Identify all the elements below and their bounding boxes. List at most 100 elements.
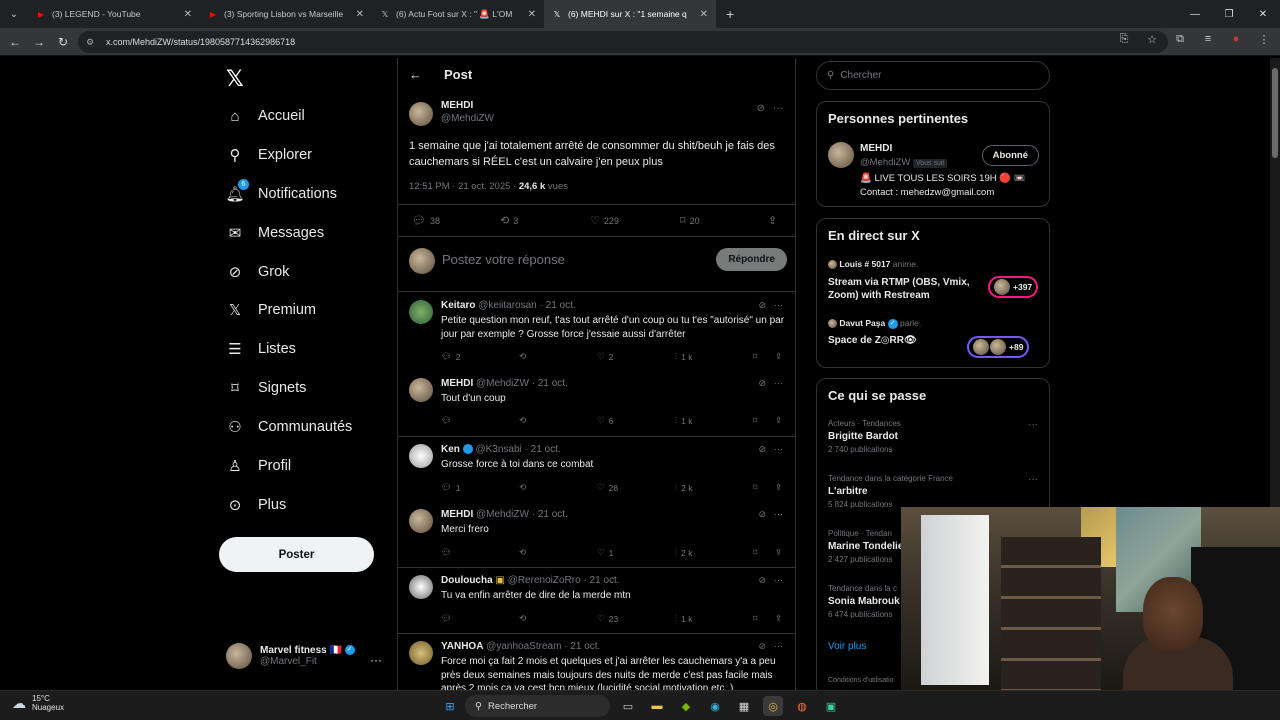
nav-notifications[interactable]: 🔔︎ 6 Notifications [225,179,337,209]
avatar[interactable] [409,641,433,665]
avatar[interactable] [828,142,854,168]
avatar[interactable] [409,102,433,126]
repost-action[interactable]: ⟲ [519,351,526,362]
live-listeners-pill[interactable]: +397 [988,276,1039,298]
grok-icon[interactable]: ⊘ [758,444,766,455]
like-action[interactable]: ♡ 6 [597,415,613,426]
bookmark-icon[interactable]: ⌑ [753,482,757,493]
more-icon[interactable]: ··· [1028,474,1038,485]
x-logo-icon[interactable]: 𝕏 [226,66,244,92]
more-icon[interactable]: ··· [774,509,783,520]
reload-icon[interactable]: ↻ [51,35,75,49]
repost-icon[interactable]: ⟲ [519,415,526,426]
like-action[interactable]: ♡ 28 [597,482,618,493]
firefox-icon[interactable]: ◍ [792,696,812,716]
repost-icon[interactable]: ⟲ [519,547,526,558]
weather-widget[interactable]: ☁ 15°C Nuageux [12,694,64,712]
views-action[interactable]: ⫶ 1 k [675,415,692,426]
live-item[interactable]: Louis # 5017 anime. [828,259,918,270]
grok-icon[interactable]: ⊘ [757,103,765,114]
grok-icon[interactable]: ⊘ [758,641,766,652]
like-action[interactable]: ♡ 1 [597,547,613,558]
scrollbar-thumb[interactable] [1272,68,1278,158]
nav-home[interactable]: ⌂ Accueil [226,101,304,131]
bookmark-icon[interactable]: ⌑ [753,613,757,624]
star-icon[interactable]: ☆ [1144,33,1160,46]
close-window-icon[interactable]: ✕ [1246,0,1280,28]
views-action[interactable]: ⫶ 1 k [675,351,692,362]
nav-profile[interactable]: ♙ Profil [226,451,291,481]
nav-lists[interactable]: ☰ Listes [226,334,296,364]
maximize-icon[interactable]: ❐ [1212,0,1246,28]
grok-icon[interactable]: ⊘ [758,509,766,520]
like-action[interactable]: ♡ 229 [590,214,619,227]
browser-tab-active[interactable]: 𝕏 (6) MEHDI sur X : "1 semaine q ✕ [544,0,716,28]
share-icon[interactable]: ⇪ [775,351,782,362]
comment-item[interactable]: MEHDI @MehdiZW · 21 oct. ⊘ ··· Tout d'un … [409,378,787,433]
like-action[interactable]: ♡ 23 [597,613,618,624]
site-info-icon[interactable]: ⚙ [86,37,98,48]
taskbar-search[interactable]: ⚲ Rechercher [465,695,610,717]
repost-icon[interactable]: ⟲ [519,613,526,624]
install-icon[interactable]: ⎘ [1116,33,1132,46]
share-icon[interactable]: ⇪ [775,415,782,426]
comment-item[interactable]: MEHDI @MehdiZW · 21 oct. ⊘ ··· Merci frer… [409,509,787,564]
views-action[interactable]: ⫶ 2 k [675,482,692,493]
reply-button[interactable]: Répondre [716,248,787,271]
back-icon[interactable]: ← [3,35,27,49]
browser-tab[interactable]: 𝕏 (6) Actu Foot sur X : " 🚨 L'OM ✕ [372,0,544,28]
close-tab-icon[interactable]: ✕ [356,9,364,20]
grok-icon[interactable]: ⊘ [758,575,766,586]
close-tab-icon[interactable]: ✕ [700,9,708,20]
trend-item[interactable]: Tendance dans la catégorie France L'arbit… [828,474,1038,509]
reply-action[interactable]: 💬︎ 2 [441,351,461,362]
store-icon[interactable]: ▦ [734,696,754,716]
more-icon[interactable]: ··· [773,103,783,114]
back-arrow-icon[interactable]: ← [409,67,422,82]
more-icon[interactable]: ··· [774,575,783,586]
minimize-icon[interactable]: — [1178,0,1212,28]
bookmark-icon[interactable]: ⌑ [753,415,757,426]
task-view-icon[interactable]: ▭ [618,696,638,716]
repost-icon[interactable]: ⟲ [519,482,526,493]
url-field[interactable]: ⚙ x.com/MehdiZW/status/19805877143629867… [78,31,1168,53]
browser-tab[interactable]: ▶ (3) Sporting Lisbon vs Marseille ✕ [200,0,372,28]
views-action[interactable]: ⫶ 1 k [675,613,692,624]
avatar[interactable] [409,509,433,533]
start-icon[interactable]: ⊞ [440,696,460,716]
media-icon[interactable]: ≡ [1200,33,1216,46]
nav-more[interactable]: ⊙ Plus [226,490,287,520]
nav-grok[interactable]: ⊘ Grok [226,257,290,287]
bookmark-icon[interactable]: ⌑ [753,547,757,558]
author-handle[interactable]: @MehdiZW [441,113,494,124]
reply-action[interactable]: 💬︎ 1 [441,482,461,493]
close-tab-icon[interactable]: ✕ [528,9,536,20]
nvidia-icon[interactable]: ◆ [676,696,696,716]
forward-icon[interactable]: → [27,35,51,49]
avatar[interactable] [409,378,433,402]
comment-item[interactable]: Ken ✓ @K3nsabi · 21 oct. ⊘ ··· Grosse for… [409,444,787,499]
browser-tab[interactable]: ▶ (3) LEGEND - YouTube ✕ [28,0,200,28]
bookmark-action[interactable]: ⌑ 20 [680,214,700,227]
avatar[interactable] [409,575,433,599]
reply-input[interactable]: Postez votre réponse [442,252,565,267]
reply-icon[interactable]: 💬︎ [441,547,452,558]
comment-item[interactable]: Keitaro @keiitarosan · 21 oct. ⊘ ··· Peti… [409,300,787,370]
search-input[interactable]: ⚲ Chercher [816,61,1050,90]
reply-icon[interactable]: 💬︎ [441,613,452,624]
comment-item[interactable]: YANHOA @yanhoaStream · 21 oct. ⊘ ··· Forc… [409,641,787,690]
more-icon[interactable]: ··· [774,300,783,311]
more-icon[interactable]: ··· [1028,419,1038,430]
nav-premium[interactable]: 𝕏 Premium [226,295,316,325]
app-icon[interactable]: ▣ [821,696,841,716]
account-switcher[interactable]: Marvel fitness 🇫🇷 ✓ @Marvel_Fit ··· [226,643,382,669]
profile-icon[interactable]: ● [1228,33,1244,46]
live-item[interactable]: Davut Paşa ✓ parle. [828,318,921,329]
avatar[interactable] [409,300,433,324]
folder-icon[interactable]: ▬ [647,696,667,716]
like-action[interactable]: ♡ 2 [597,351,613,362]
chrome-icon[interactable]: ◎ [763,696,783,716]
more-icon[interactable]: ··· [774,444,783,455]
live-listeners-pill[interactable]: +89 [967,336,1030,358]
nav-communities[interactable]: ⚇ Communautés [226,412,352,442]
